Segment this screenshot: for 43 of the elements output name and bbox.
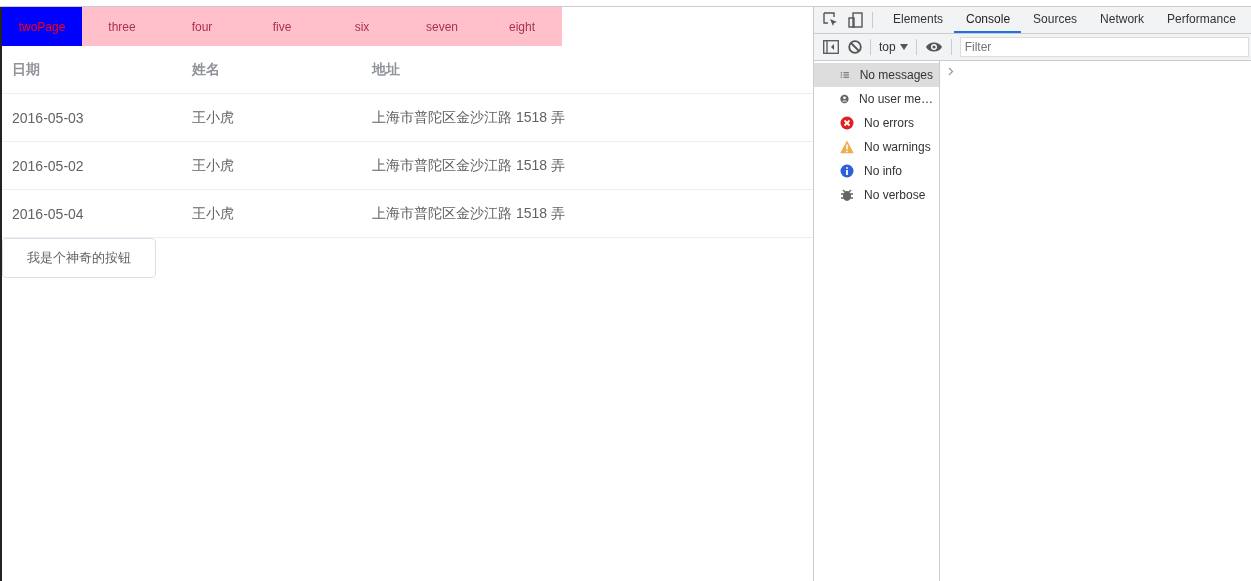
magic-button[interactable]: 我是个神奇的按钮: [2, 238, 156, 278]
sidebar-item[interactable]: No warnings: [814, 135, 939, 159]
nav-tab[interactable]: five: [242, 7, 322, 46]
sidebar-item[interactable]: No messages: [814, 63, 939, 87]
nav-tab[interactable]: six: [322, 7, 402, 46]
warning-icon: [840, 140, 854, 154]
caret-icon: [899, 44, 908, 50]
sidebar-toggle-icon[interactable]: [823, 40, 839, 54]
table-cell-text: 王小虎: [191, 156, 235, 175]
sidebar-item[interactable]: No errors: [814, 111, 939, 135]
column-header: 姓名: [191, 60, 221, 79]
devtools-tab[interactable]: Performance: [1155, 7, 1247, 33]
nav-tab[interactable]: eight: [482, 7, 562, 46]
sidebar-item[interactable]: No info: [814, 159, 939, 183]
eye-icon[interactable]: [924, 41, 943, 53]
table-cell-text: 王小虎: [191, 204, 235, 223]
sidebar-item[interactable]: No verbose: [814, 183, 939, 207]
nav-tab[interactable]: four: [162, 7, 242, 46]
devtools-tab[interactable]: Elements: [881, 7, 955, 33]
info-icon: [840, 164, 854, 178]
user-icon: [840, 92, 849, 106]
inspect-icon[interactable]: [823, 12, 839, 28]
table-cell-text: 王小虎: [191, 108, 235, 127]
column-header: 日期: [11, 60, 41, 79]
context-dropdown[interactable]: top: [879, 40, 908, 54]
table-cell-text: 上海市普陀区金沙江路 1518 弄: [371, 108, 566, 127]
clear-icon[interactable]: [848, 40, 862, 54]
table-cell-text: 2016-05-02: [11, 157, 85, 174]
sidebar-item[interactable]: No user me…: [814, 87, 939, 111]
table-cell-text: 2016-05-04: [11, 205, 85, 222]
table-cell-text: 上海市普陀区金沙江路 1518 弄: [371, 156, 566, 175]
nav-tab[interactable]: three: [82, 7, 162, 46]
column-header: 地址: [370, 60, 401, 79]
nav-tab[interactable]: seven: [402, 7, 482, 46]
prompt-chevron-icon: [948, 67, 954, 76]
bug-icon: [840, 188, 854, 202]
table-cell-text: 上海市普陀区金沙江路 1518 弄: [371, 204, 566, 223]
error-icon: [840, 116, 854, 130]
table-cell-text: 2016-05-03: [11, 109, 85, 126]
filter-field[interactable]: Filter: [959, 37, 1249, 57]
device-icon[interactable]: [848, 12, 864, 28]
devtools-tab[interactable]: Network: [1088, 7, 1156, 33]
devtools-tab[interactable]: Sources: [1021, 7, 1089, 33]
